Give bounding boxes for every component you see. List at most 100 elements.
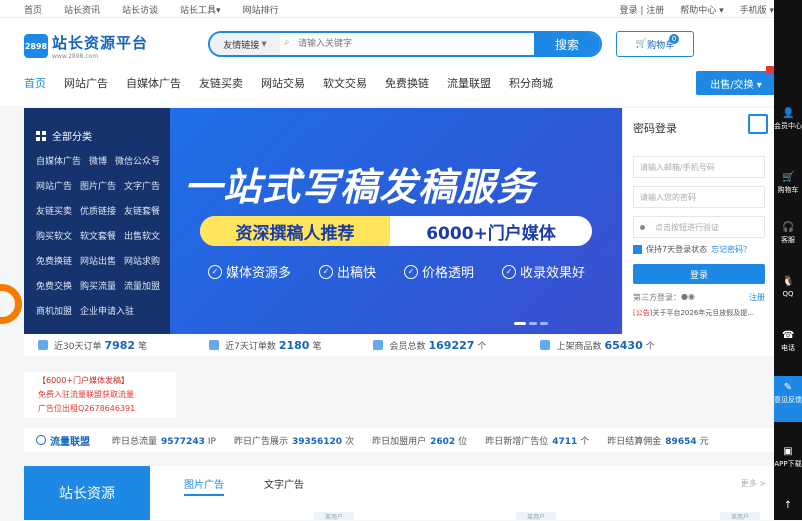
- qr-code-icon[interactable]: [748, 114, 768, 134]
- user-icon: 👤: [782, 108, 795, 119]
- top-link-news[interactable]: 站长资讯: [64, 3, 100, 16]
- category-link[interactable]: 文字广告: [124, 179, 160, 192]
- nav-home[interactable]: 首页: [24, 75, 46, 91]
- help-center-link[interactable]: 帮助中心 ▾: [680, 3, 723, 16]
- category-link[interactable]: 免费交换: [36, 279, 72, 292]
- nav-site-ads[interactable]: 网站广告: [64, 75, 108, 91]
- category-link[interactable]: 流量加盟: [124, 279, 160, 292]
- category-link[interactable]: 企业申请入驻: [80, 304, 134, 317]
- back-to-top-button[interactable]: ↑: [774, 500, 802, 514]
- sidebar-app-download[interactable]: ▣ APP下载: [774, 446, 802, 469]
- mobile-version-link[interactable]: 手机版 ▾: [740, 3, 774, 16]
- password-field[interactable]: 请输入您的密码: [633, 186, 765, 208]
- cart-icon: 🛒: [635, 39, 648, 49]
- search-icon: ⌕: [284, 37, 290, 48]
- notice-link[interactable]: [公告]关于平台2026年元旦放假及提...: [633, 308, 754, 318]
- login-button[interactable]: 登录: [633, 264, 765, 284]
- resource-title: 站长资源: [24, 466, 150, 520]
- nav-site-trade[interactable]: 网站交易: [261, 75, 305, 91]
- category-row: 购买软文 软文套餐 出售软文: [36, 229, 168, 242]
- sidebar-service[interactable]: 🎧 客服: [774, 222, 802, 245]
- top-right: 登录 | 注册 帮助中心 ▾ 手机版 ▾: [603, 3, 774, 16]
- arrow-up-icon: ↑: [783, 500, 793, 511]
- carousel-dot[interactable]: [514, 322, 526, 325]
- category-link[interactable]: 友链套餐: [124, 204, 160, 217]
- tab-image-ads[interactable]: 图片广告: [184, 476, 224, 496]
- login-register-link[interactable]: 登录 | 注册: [619, 3, 664, 16]
- notice-list: 【6000+门户媒体发稿】 免费入驻流量联盟获取流量 广告位出租Q2678646…: [24, 372, 176, 418]
- cart-button[interactable]: 🛒 购物车 0: [616, 31, 694, 57]
- main-nav: 首页 网站广告 自媒体广告 友链买卖 网站交易 软文交易 免费换链 流量联盟 积…: [24, 75, 571, 91]
- check-icon: ✓: [208, 264, 222, 279]
- notice-item[interactable]: 【6000+门户媒体发稿】: [38, 375, 129, 386]
- search-category-select[interactable]: 友情链接 ▼: [210, 33, 280, 55]
- site-logo[interactable]: 2898 站长资源平台 www.2898.com: [24, 32, 148, 60]
- sidebar-cart[interactable]: 🛒 购物车: [774, 172, 802, 195]
- notice-item[interactable]: 免费入驻流量联盟获取流量: [38, 389, 134, 400]
- top-link-ranking[interactable]: 网站排行: [243, 3, 279, 16]
- sidebar-phone[interactable]: ☎ 电话: [774, 330, 802, 353]
- category-link[interactable]: 购买流量: [80, 279, 116, 292]
- search-input[interactable]: [298, 35, 528, 53]
- category-link[interactable]: 微信公众号: [115, 154, 160, 167]
- traffic-alliance-title[interactable]: 流量联盟: [36, 433, 90, 448]
- top-link-home[interactable]: 首页: [24, 3, 42, 16]
- forgot-password-link[interactable]: 忘记密码？: [711, 244, 751, 255]
- order-icon: [38, 340, 48, 350]
- nav-media-ads[interactable]: 自媒体广告: [126, 75, 181, 91]
- category-link[interactable]: 购买软文: [36, 229, 72, 242]
- right-sidebar: 👤 会员中心 🛒 购物车 🎧 客服 🐧 QQ ☎ 电话 ✎ 意见反馈 ▣ APP下载 ↑: [774, 0, 802, 520]
- dot-icon: [640, 224, 645, 230]
- category-link[interactable]: 优质链接: [80, 204, 116, 217]
- category-link[interactable]: 图片广告: [80, 179, 116, 192]
- check-icon: ✓: [319, 264, 334, 279]
- banner-pill-left: 资深撰稿人推荐: [200, 216, 390, 246]
- logo-title: 站长资源平台: [52, 34, 149, 52]
- check-icon: ✓: [502, 264, 517, 279]
- sidebar-member-center[interactable]: 👤 会员中心: [774, 108, 802, 131]
- nav-article-trade[interactable]: 软文交易: [323, 75, 367, 91]
- notice-item[interactable]: 广告位出租Q2678646391: [38, 403, 135, 414]
- category-link[interactable]: 软文套餐: [80, 229, 116, 242]
- sidebar-feedback[interactable]: ✎ 意见反馈: [774, 376, 802, 422]
- nav-traffic-alliance[interactable]: 流量联盟: [447, 75, 491, 91]
- sell-exchange-button[interactable]: 出售/交换 ▾: [696, 66, 780, 95]
- wechat-login-icon[interactable]: ◉: [688, 292, 695, 303]
- search-button[interactable]: 搜索: [534, 33, 600, 55]
- category-link[interactable]: 商机加盟: [36, 304, 72, 317]
- keep-login-checkbox[interactable]: [633, 245, 642, 254]
- carousel-dot[interactable]: [540, 322, 548, 325]
- hero-banner[interactable]: 一站式写稿发稿服务 资深撰稿人推荐 6000+门户媒体 ✓ 媒体资源多 ✓ 出稿快 …: [170, 108, 622, 334]
- category-link[interactable]: 网站出售: [80, 254, 116, 267]
- category-link[interactable]: 友链买卖: [36, 204, 72, 217]
- stats-bar: 近30天订单 7982 笔 近7天订单数 2180 笔 会员总数 169227 个 上架商品…: [24, 334, 774, 356]
- top-link-interview[interactable]: 站长访谈: [122, 3, 158, 16]
- category-link[interactable]: 微博: [89, 154, 107, 167]
- verify-button[interactable]: 点击按钮进行验证: [633, 216, 765, 238]
- nav-free-links[interactable]: 免费换链: [385, 75, 429, 91]
- banner-feature: ✓ 媒体资源多: [208, 262, 305, 281]
- register-link[interactable]: 注册: [749, 292, 765, 303]
- nav-points-mall[interactable]: 积分商城: [509, 75, 553, 91]
- category-link[interactable]: 自媒体广告: [36, 154, 81, 167]
- carousel-dot[interactable]: [529, 322, 537, 325]
- decorative-arc: [0, 272, 24, 334]
- qq-login-icon[interactable]: ●: [681, 292, 688, 303]
- chevron-down-icon: ▼: [261, 40, 267, 48]
- category-link[interactable]: 网站广告: [36, 179, 72, 192]
- stat-item: 上架商品数 65430 个: [540, 339, 655, 352]
- email-field[interactable]: 请输入邮箱/手机号码: [633, 156, 765, 178]
- category-link[interactable]: 出售软文: [124, 229, 160, 242]
- login-title: 密码登录: [633, 122, 677, 135]
- cart-icon: 🛒: [782, 172, 795, 183]
- category-link[interactable]: 网站求购: [124, 254, 160, 267]
- banner-feature: ✓ 收录效果好: [502, 262, 599, 281]
- phone-icon: ☎: [782, 330, 795, 341]
- top-link-tools[interactable]: 站长工具▾: [180, 3, 221, 16]
- sidebar-qq[interactable]: 🐧 QQ: [774, 276, 802, 299]
- more-link[interactable]: 更多 >: [741, 478, 766, 489]
- tab-text-ads[interactable]: 文字广告: [264, 476, 304, 491]
- stat-item: 近7天订单数 2180 笔: [209, 339, 321, 352]
- category-link[interactable]: 免费换链: [36, 254, 72, 267]
- nav-links-trade[interactable]: 友链买卖: [199, 75, 243, 91]
